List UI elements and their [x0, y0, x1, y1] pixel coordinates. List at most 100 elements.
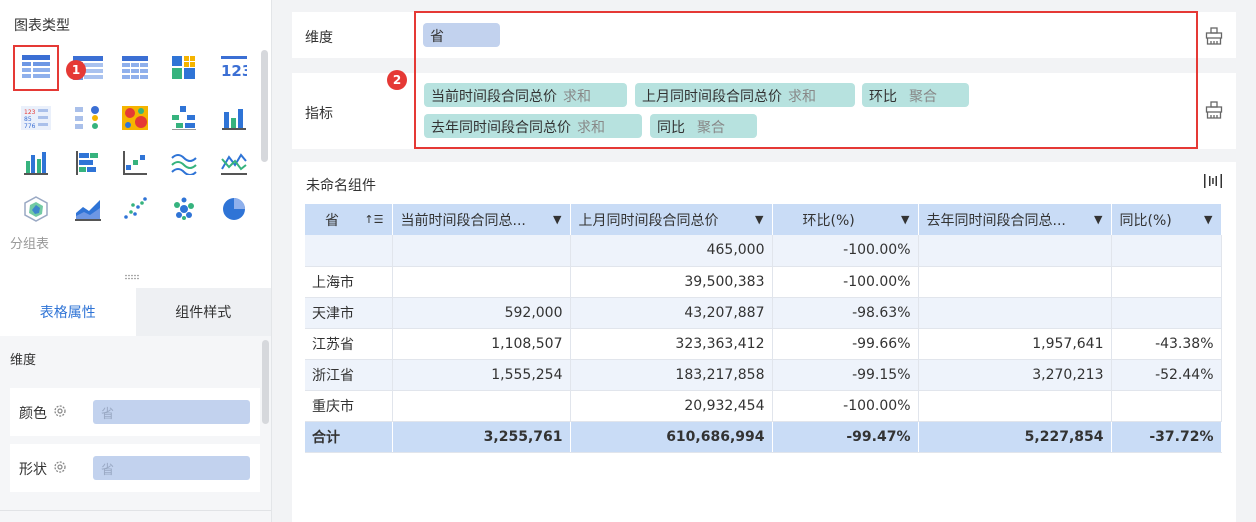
- table-cell: 1,957,641: [918, 328, 1112, 360]
- grouped-table-icon[interactable]: [13, 45, 59, 91]
- table-cell: 江苏省: [305, 328, 393, 360]
- table-cell: 上海市: [305, 266, 393, 298]
- table-cell: 1,108,507: [392, 328, 571, 360]
- waterfall-icon[interactable]: [161, 95, 207, 141]
- chevron-down-icon[interactable]: ▼: [755, 213, 763, 226]
- sort-icon[interactable]: ↑☰: [364, 213, 383, 226]
- metric-pill-name: 当前时间段合同总价: [431, 89, 557, 105]
- property-tabs: 表格属性 组件样式: [0, 288, 271, 336]
- column-header[interactable]: 环比(%) ▼: [772, 204, 919, 235]
- left-panel: 图表类型 123 12385776: [0, 0, 272, 522]
- multi-kpi-icon[interactable]: 123 85 776: [13, 95, 59, 141]
- column-header[interactable]: 省 ↑☰: [305, 204, 393, 235]
- metric-pill[interactable]: 去年同时间段合同总价 求和: [424, 114, 642, 138]
- multi-line-icon[interactable]: [211, 140, 257, 186]
- chart-type-title: 图表类型: [14, 18, 70, 34]
- column-width-icon[interactable]: [1204, 174, 1222, 192]
- annotation-badge-2: 2: [387, 70, 407, 90]
- clear-fields-icon[interactable]: [1205, 27, 1223, 49]
- metric-pill-name: 同比: [657, 120, 685, 136]
- table-cell: [392, 266, 571, 298]
- table-cell: 5,227,854: [918, 421, 1112, 453]
- metric-pill[interactable]: 当前时间段合同总价 求和: [424, 83, 627, 107]
- column-header[interactable]: 去年同时间段合同总... ▼: [918, 204, 1112, 235]
- dimension-field-name: 省: [430, 29, 444, 45]
- pie-chart-icon[interactable]: [211, 186, 257, 232]
- table-row[interactable]: 重庆市 20,932,454 -100.00%: [305, 390, 1222, 422]
- column-header[interactable]: 当前时间段合同总... ▼: [392, 204, 571, 235]
- bubble-icon[interactable]: [161, 186, 207, 232]
- chevron-down-icon[interactable]: ▼: [1094, 213, 1102, 226]
- table-cell: [918, 235, 1112, 267]
- shape-property-label: 形状: [19, 462, 47, 478]
- table-cell: 天津市: [305, 297, 393, 329]
- heatmap-icon[interactable]: [112, 95, 158, 141]
- tab-component-style[interactable]: 组件样式: [135, 288, 271, 336]
- metric-pill-name: 上月同时间段合同总价: [642, 89, 782, 105]
- color-property-row: 颜色 省: [10, 388, 260, 436]
- scatter-step-icon[interactable]: [112, 140, 158, 186]
- table-cell: -37.72%: [1111, 421, 1222, 453]
- gear-icon[interactable]: [53, 460, 67, 478]
- metric-pill-aggregation[interactable]: 聚合: [909, 89, 937, 105]
- shape-field-pill[interactable]: 省: [93, 456, 250, 480]
- column-chart-icon[interactable]: [13, 140, 59, 186]
- scatter-icon[interactable]: [112, 186, 158, 232]
- metric-label: 指标: [305, 106, 333, 122]
- table-cell: -100.00%: [772, 235, 919, 267]
- chevron-down-icon[interactable]: ▼: [1204, 213, 1212, 226]
- metric-pill[interactable]: 同比 聚合: [650, 114, 757, 138]
- data-table: 省 ↑☰ 当前时间段合同总... ▼ 上月同时间段合同总价 ▼ 环比(%) ▼ 去年同时…: [305, 204, 1222, 453]
- table-cell: [1111, 235, 1222, 267]
- chevron-down-icon[interactable]: ▼: [901, 213, 909, 226]
- chart-type-scrollbar[interactable]: [261, 50, 268, 162]
- table-row[interactable]: 465,000 -100.00%: [305, 235, 1222, 267]
- bar-chart-icon[interactable]: [211, 95, 257, 141]
- table-cell: -99.15%: [772, 359, 919, 391]
- clear-fields-icon[interactable]: [1205, 101, 1223, 123]
- table-widget: 未命名组件 省 ↑☰ 当前时间段合同总... ▼ 上月同时间段合同总价 ▼ 环比(%)…: [292, 162, 1236, 522]
- table-cell: 重庆市: [305, 390, 393, 422]
- table-row[interactable]: 天津市 592,000 43,207,887 -98.63%: [305, 297, 1222, 329]
- column-header[interactable]: 同比(%) ▼: [1111, 204, 1222, 235]
- table-cell: -100.00%: [772, 390, 919, 422]
- horizontal-bar-icon[interactable]: [65, 140, 111, 186]
- metric-pill-aggregation[interactable]: 求和: [788, 89, 816, 105]
- area-chart-icon[interactable]: [65, 186, 111, 232]
- wave-line-icon[interactable]: [161, 140, 207, 186]
- metric-pill[interactable]: 上月同时间段合同总价 求和: [635, 83, 855, 107]
- table-cell: [1111, 390, 1222, 422]
- table-cell: -98.63%: [772, 297, 919, 329]
- svg-text:85: 85: [24, 116, 32, 123]
- heatmap-grid-icon[interactable]: [161, 45, 207, 91]
- detail-table-icon[interactable]: [112, 45, 158, 91]
- svg-text:123: 123: [24, 109, 36, 116]
- metric-pill-aggregation[interactable]: 求和: [577, 120, 605, 136]
- table-cell: 39,500,383: [570, 266, 773, 298]
- table-row[interactable]: 浙江省 1,555,254 183,217,858 -99.15% 3,270,213-…: [305, 359, 1222, 391]
- chevron-down-icon[interactable]: ▼: [553, 213, 561, 226]
- metric-pill-name: 环比: [869, 89, 897, 105]
- legend-table-icon[interactable]: [65, 95, 111, 141]
- gear-icon[interactable]: [53, 404, 67, 422]
- panel-resize-handle[interactable]: [124, 273, 140, 283]
- metric-pill-aggregation[interactable]: 求和: [563, 89, 591, 105]
- kpi-number-icon[interactable]: 123: [211, 45, 257, 91]
- table-cell: 610,686,994: [570, 421, 773, 453]
- dimension-field-pill[interactable]: 省: [423, 23, 500, 47]
- table-cell: [918, 390, 1112, 422]
- color-field-pill[interactable]: 省: [93, 400, 250, 424]
- radar-icon[interactable]: [13, 186, 59, 232]
- metric-pill[interactable]: 环比 聚合: [862, 83, 969, 107]
- table-cell: -99.47%: [772, 421, 919, 453]
- properties-scrollbar[interactable]: [262, 340, 269, 424]
- metric-pill-aggregation[interactable]: 聚合: [697, 120, 725, 136]
- table-row[interactable]: 上海市 39,500,383 -100.00%: [305, 266, 1222, 298]
- table-cell: 183,217,858: [570, 359, 773, 391]
- properties-dimension-label: 维度: [10, 353, 37, 368]
- color-property-label: 颜色: [19, 406, 47, 422]
- shape-property-row: 形状 省: [10, 444, 260, 492]
- table-row[interactable]: 江苏省 1,108,507 323,363,412 -99.66% 1,957,641-…: [305, 328, 1222, 360]
- tab-table-properties[interactable]: 表格属性: [0, 288, 136, 336]
- column-header[interactable]: 上月同时间段合同总价 ▼: [570, 204, 773, 235]
